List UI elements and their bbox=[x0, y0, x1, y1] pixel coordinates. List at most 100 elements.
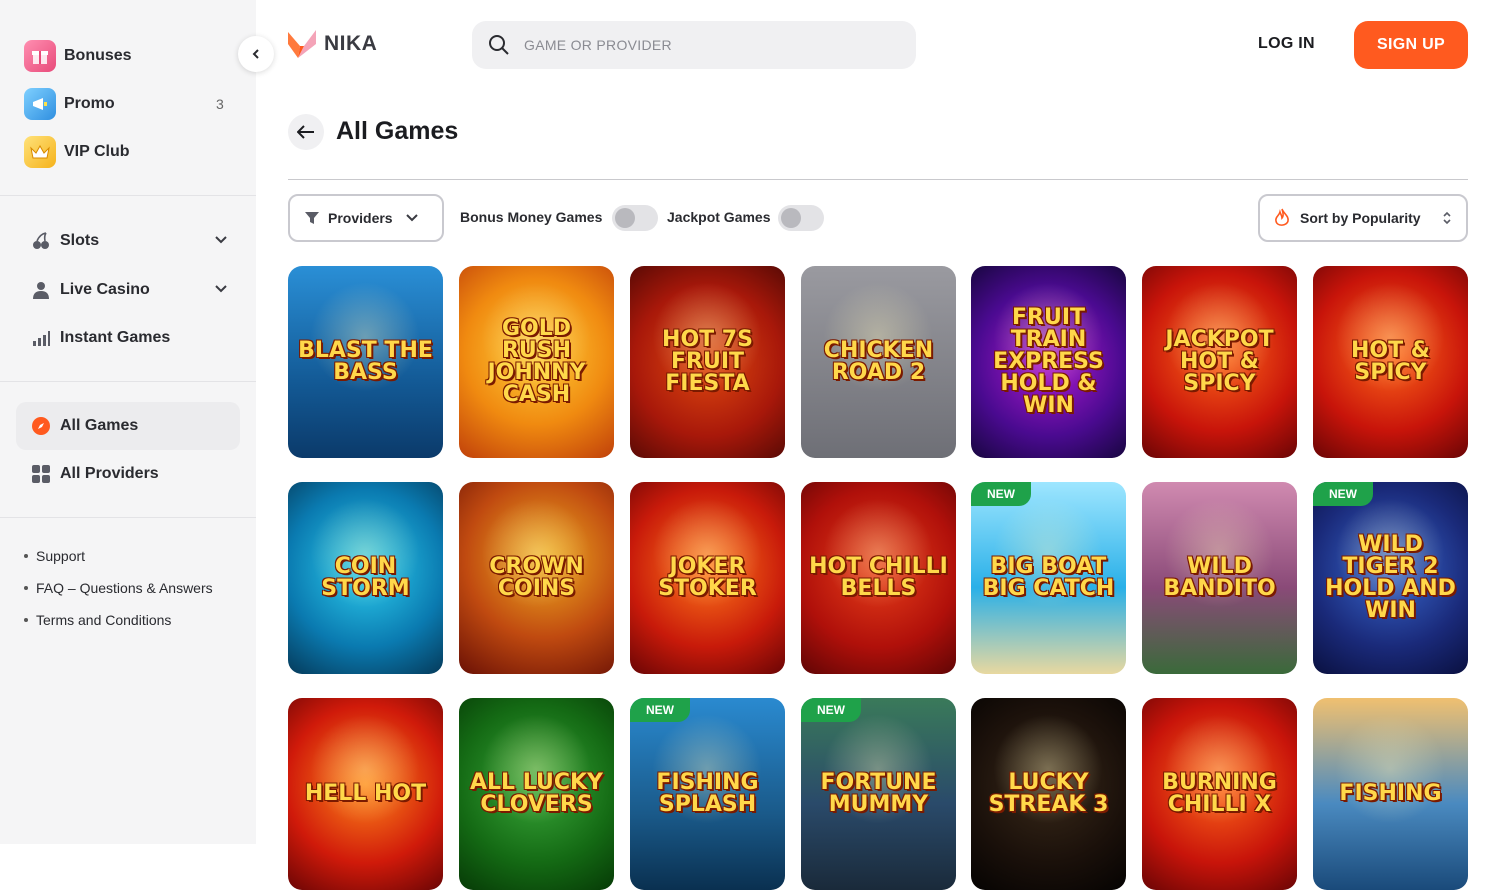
sidebar-item-vip-club[interactable]: VIP Club bbox=[24, 136, 130, 168]
game-tile[interactable]: Crown Coins bbox=[459, 482, 614, 674]
game-title: Hot & Spicy bbox=[1351, 338, 1430, 385]
game-tile[interactable]: Fortune Mummy NEW bbox=[801, 698, 956, 890]
providers-dropdown[interactable]: Providers bbox=[288, 194, 444, 242]
toggle-knob bbox=[781, 208, 801, 228]
sort-label: Sort by Popularity bbox=[1300, 210, 1421, 226]
search-input[interactable] bbox=[524, 37, 884, 53]
crown-icon bbox=[24, 136, 56, 168]
grid-icon bbox=[30, 463, 52, 485]
support-link[interactable]: Support bbox=[24, 548, 85, 564]
sidebar-item-all-games[interactable]: All Games bbox=[16, 402, 240, 450]
game-title: Wild Tiger 2 Hold and Win bbox=[1325, 532, 1456, 623]
game-title: All Lucky Clovers bbox=[470, 770, 603, 817]
sidebar: Bonuses Promo 3 VIP Club Slots Live Casi… bbox=[0, 0, 256, 844]
toggle-knob bbox=[615, 208, 635, 228]
terms-link[interactable]: Terms and Conditions bbox=[24, 612, 171, 628]
game-tile[interactable]: Hot Chilli Bells bbox=[801, 482, 956, 674]
game-title: Hot Chilli Bells bbox=[809, 554, 948, 601]
logo[interactable]: NIKA bbox=[288, 28, 377, 60]
filter-icon bbox=[305, 212, 319, 224]
cherry-icon bbox=[30, 230, 52, 252]
game-title: Hot 7s Fruit Fiesta bbox=[662, 327, 753, 396]
page-title: All Games bbox=[336, 117, 459, 145]
new-badge: NEW bbox=[1313, 482, 1373, 506]
login-button[interactable]: LOG IN bbox=[1258, 35, 1315, 53]
game-tile[interactable]: Gold Rush Johnny Cash bbox=[459, 266, 614, 458]
link-label: Support bbox=[36, 548, 86, 564]
game-tile[interactable]: Fishing bbox=[1313, 698, 1468, 890]
bullet-icon bbox=[24, 618, 28, 622]
game-tile[interactable]: Coin Storm bbox=[288, 482, 443, 674]
sidebar-item-label: VIP Club bbox=[64, 143, 130, 160]
game-tile[interactable]: Wild Bandito bbox=[1142, 482, 1297, 674]
sidebar-item-all-providers[interactable]: All Providers bbox=[16, 450, 240, 498]
game-title: Fruit Train Express Hold & Win bbox=[993, 305, 1104, 418]
search-box[interactable] bbox=[472, 21, 916, 69]
game-title: Crown Coins bbox=[489, 554, 584, 601]
game-title: Wild Bandito bbox=[1163, 554, 1276, 601]
sidebar-item-instant-games[interactable]: Instant Games bbox=[16, 314, 240, 362]
game-tile[interactable]: Fruit Train Express Hold & Win bbox=[971, 266, 1126, 458]
arrow-left-icon bbox=[297, 125, 314, 139]
faq-link[interactable]: FAQ – Questions & Answers bbox=[24, 580, 213, 596]
sidebar-divider bbox=[0, 381, 256, 382]
jackpot-label: Jackpot Games bbox=[667, 209, 771, 225]
game-tile[interactable]: Jackpot Hot & Spicy bbox=[1142, 266, 1297, 458]
megaphone-icon bbox=[24, 88, 56, 120]
chevron-down-icon bbox=[405, 214, 418, 222]
sidebar-item-label: Instant Games bbox=[60, 329, 171, 346]
chevron-down-icon[interactable] bbox=[214, 282, 228, 301]
bonus-money-toggle[interactable] bbox=[612, 205, 658, 231]
bar-chart-icon bbox=[30, 327, 52, 349]
link-label: FAQ – Questions & Answers bbox=[36, 580, 213, 596]
providers-label: Providers bbox=[328, 210, 393, 226]
game-title: Coin Storm bbox=[321, 554, 410, 601]
sidebar-item-label: All Games bbox=[60, 417, 139, 434]
sidebar-item-label: Bonuses bbox=[64, 47, 132, 64]
tile-artwork bbox=[1335, 714, 1445, 824]
game-title: Blast the Bass bbox=[298, 338, 433, 385]
game-title: Big Boat Big Catch bbox=[982, 554, 1115, 601]
game-tile[interactable]: Wild Tiger 2 Hold and Win NEW bbox=[1313, 482, 1468, 674]
sidebar-divider bbox=[0, 195, 256, 196]
sidebar-divider bbox=[0, 517, 256, 518]
game-tile[interactable]: All Lucky Clovers bbox=[459, 698, 614, 890]
chevron-down-icon[interactable] bbox=[214, 233, 228, 252]
sidebar-item-bonuses[interactable]: Bonuses bbox=[24, 40, 132, 72]
game-tile[interactable]: Blast the Bass bbox=[288, 266, 443, 458]
sidebar-item-label: Live Casino bbox=[60, 281, 150, 298]
sidebar-item-promo[interactable]: Promo bbox=[24, 88, 115, 120]
game-tile[interactable]: Chicken Road 2 bbox=[801, 266, 956, 458]
game-tile[interactable]: Hot 7s Fruit Fiesta bbox=[630, 266, 785, 458]
game-title: Jackpot Hot & Spicy bbox=[1165, 327, 1274, 396]
tile-artwork bbox=[310, 714, 420, 824]
game-tile[interactable]: Fishing Splash NEW bbox=[630, 698, 785, 890]
flame-icon bbox=[1275, 208, 1289, 226]
link-label: Terms and Conditions bbox=[36, 612, 172, 628]
game-tile[interactable]: Joker Stoker bbox=[630, 482, 785, 674]
sort-arrows-icon bbox=[1443, 211, 1451, 225]
bonus-money-label: Bonus Money Games bbox=[460, 209, 603, 225]
game-tile[interactable]: Lucky Streak 3 bbox=[971, 698, 1126, 890]
game-title: Fishing bbox=[1339, 781, 1442, 806]
sidebar-item-label: Slots bbox=[60, 232, 100, 249]
game-tile[interactable]: Big Boat Big Catch NEW bbox=[971, 482, 1126, 674]
game-title: Lucky Streak 3 bbox=[988, 770, 1109, 817]
game-title: Burning Chilli X bbox=[1162, 770, 1277, 817]
sort-dropdown[interactable]: Sort by Popularity bbox=[1258, 194, 1468, 242]
game-tile[interactable]: Hell Hot bbox=[288, 698, 443, 890]
signup-button[interactable]: SIGN UP bbox=[1354, 21, 1468, 69]
sidebar-item-label: Promo bbox=[64, 95, 115, 112]
promo-count: 3 bbox=[216, 96, 224, 112]
sidebar-item-slots[interactable]: Slots bbox=[16, 217, 240, 265]
game-tile[interactable]: Burning Chilli X bbox=[1142, 698, 1297, 890]
logo-text: NIKA bbox=[324, 32, 378, 55]
game-title: Fortune Mummy bbox=[820, 770, 937, 817]
logo-icon bbox=[288, 30, 316, 58]
new-badge: NEW bbox=[630, 698, 690, 722]
collapse-sidebar-button[interactable] bbox=[238, 36, 274, 72]
back-button[interactable] bbox=[288, 114, 324, 150]
sidebar-item-live-casino[interactable]: Live Casino bbox=[16, 266, 240, 314]
jackpot-toggle[interactable] bbox=[778, 205, 824, 231]
game-tile[interactable]: Hot & Spicy bbox=[1313, 266, 1468, 458]
